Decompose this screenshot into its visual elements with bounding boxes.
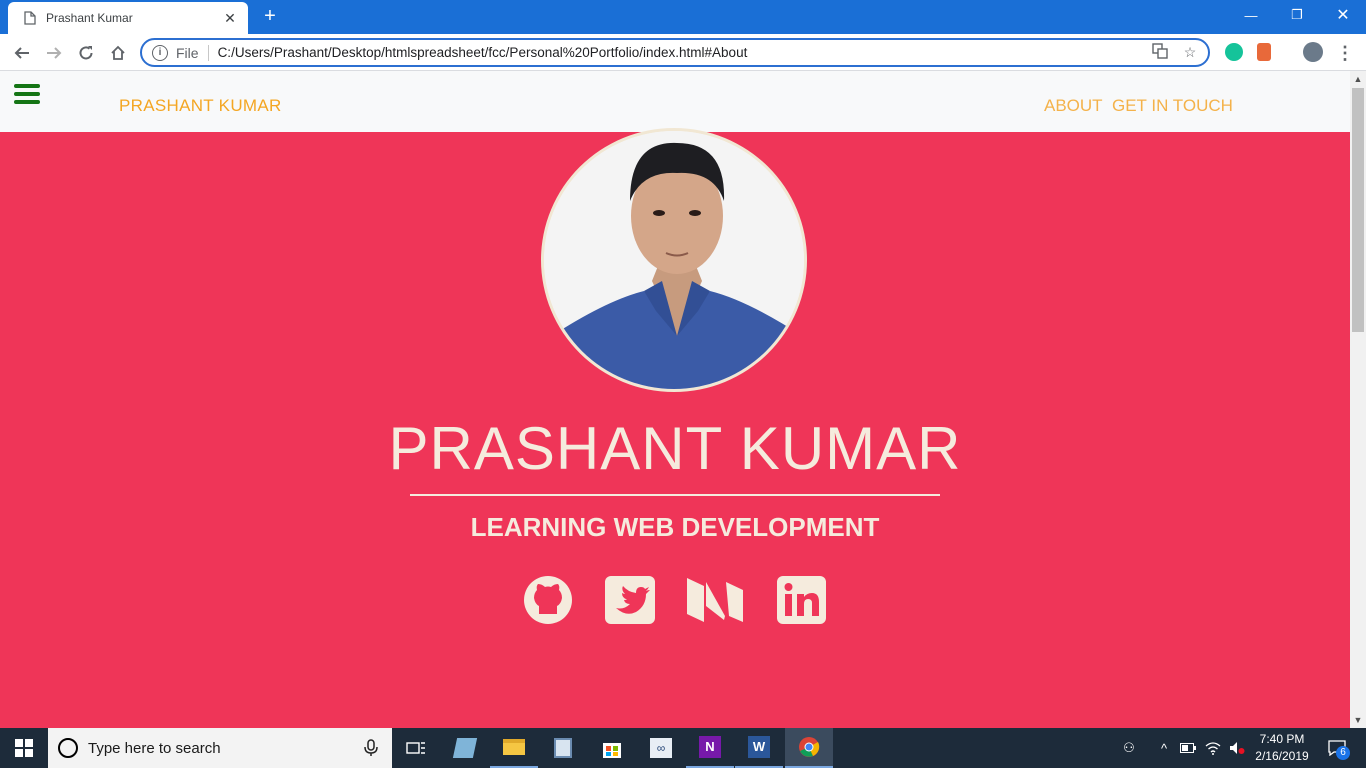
word-icon[interactable]: W <box>735 728 783 768</box>
bookmark-star-icon[interactable]: ☆ <box>1178 44 1202 61</box>
microphone-icon[interactable] <box>364 739 378 757</box>
windows-start-button[interactable] <box>0 728 48 768</box>
scroll-down-icon[interactable]: ▼ <box>1350 715 1366 725</box>
browser-tab[interactable]: Prashant Kumar ✕ <box>8 2 248 34</box>
reload-icon <box>79 46 93 60</box>
notification-count-badge: 6 <box>1336 746 1350 760</box>
scroll-up-icon[interactable]: ▲ <box>1350 74 1366 84</box>
translate-icon[interactable] <box>1148 43 1172 62</box>
menu-kebab-icon[interactable]: ⋮ <box>1332 40 1358 66</box>
volume-muted-icon[interactable] <box>1226 728 1248 768</box>
hero-subtitle: LEARNING WEB DEVELOPMENT <box>470 512 880 542</box>
taskbar-search-box[interactable]: Type here to search <box>48 728 392 768</box>
cortana-icon <box>58 738 78 758</box>
url-text[interactable]: C:/Users/Prashant/Desktop/htmlspreadshee… <box>218 45 1148 60</box>
extension-icon[interactable] <box>1257 43 1271 61</box>
hero-name: PRASHANT KUMAR <box>388 415 962 482</box>
taskbar-search-placeholder: Type here to search <box>88 739 221 757</box>
address-bar[interactable]: i File C:/Users/Prashant/Desktop/htmlspr… <box>140 38 1210 67</box>
show-hidden-icons-chevron[interactable]: ^ <box>1154 728 1174 768</box>
nav-get-in-touch-link[interactable]: GET IN TOUCH <box>1112 96 1233 116</box>
hamburger-menu-icon[interactable] <box>14 84 40 104</box>
battery-icon[interactable] <box>1178 728 1198 768</box>
back-arrow-icon <box>14 47 29 59</box>
site-brand[interactable]: PRASHANT KUMAR <box>119 96 282 116</box>
task-view-icon[interactable] <box>392 728 440 768</box>
page-scrollbar[interactable]: ▲ ▼ <box>1350 71 1366 728</box>
site-navbar: PRASHANT KUMAR ABOUT GET IN TOUCH <box>0 71 1350 132</box>
people-icon[interactable]: ⚇ <box>1118 728 1140 768</box>
url-scheme-label: File <box>176 44 209 61</box>
reload-button[interactable] <box>73 40 99 66</box>
back-button[interactable] <box>9 40 35 66</box>
windows-taskbar: Type here to search ∞ N W ⚇ ^ 7:40 PM 2/… <box>0 728 1366 768</box>
chrome-taskbar-icon[interactable] <box>785 728 833 768</box>
forward-arrow-icon <box>47 47 62 59</box>
windows-logo-icon <box>15 739 33 757</box>
forward-button[interactable] <box>41 40 67 66</box>
restore-button[interactable]: ❐ <box>1274 0 1320 30</box>
photos-icon[interactable] <box>539 728 587 768</box>
browser-titlebar: Prashant Kumar ✕ + — ❐ ✕ <box>0 0 1366 34</box>
grammarly-icon[interactable] <box>1225 43 1243 61</box>
store-icon[interactable] <box>588 728 636 768</box>
clock-date: 2/16/2019 <box>1255 749 1309 763</box>
home-button[interactable] <box>105 40 131 66</box>
action-center-icon[interactable]: 6 <box>1322 728 1352 768</box>
site-info-icon[interactable]: i <box>152 44 168 61</box>
medium-icon[interactable] <box>686 576 744 624</box>
hero-divider <box>410 494 940 496</box>
page-icon <box>24 11 36 25</box>
twitter-icon[interactable] <box>605 576 655 624</box>
nav-about-link[interactable]: ABOUT <box>1044 96 1103 116</box>
math-app-icon[interactable]: ∞ <box>637 728 685 768</box>
app-pinned-icon[interactable] <box>441 728 489 768</box>
github-icon[interactable] <box>523 576 573 624</box>
file-explorer-icon[interactable] <box>490 728 538 768</box>
onenote-icon[interactable]: N <box>686 728 734 768</box>
profile-photo <box>541 128 807 392</box>
scrollbar-thumb[interactable] <box>1352 88 1364 332</box>
clock-time: 7:40 PM <box>1259 732 1305 746</box>
wifi-icon[interactable] <box>1202 728 1224 768</box>
minimize-button[interactable]: — <box>1228 0 1274 30</box>
profile-avatar[interactable] <box>1303 42 1323 62</box>
tab-close-button[interactable]: ✕ <box>222 10 238 27</box>
taskbar-clock[interactable]: 7:40 PM 2/16/2019 <box>1246 731 1318 765</box>
tab-title: Prashant Kumar <box>46 11 133 25</box>
close-window-button[interactable]: ✕ <box>1320 0 1366 30</box>
home-icon <box>111 45 125 60</box>
linkedin-icon[interactable] <box>777 576 826 624</box>
browser-toolbar: i File C:/Users/Prashant/Desktop/htmlspr… <box>0 34 1366 71</box>
new-tab-button[interactable]: + <box>258 6 282 28</box>
